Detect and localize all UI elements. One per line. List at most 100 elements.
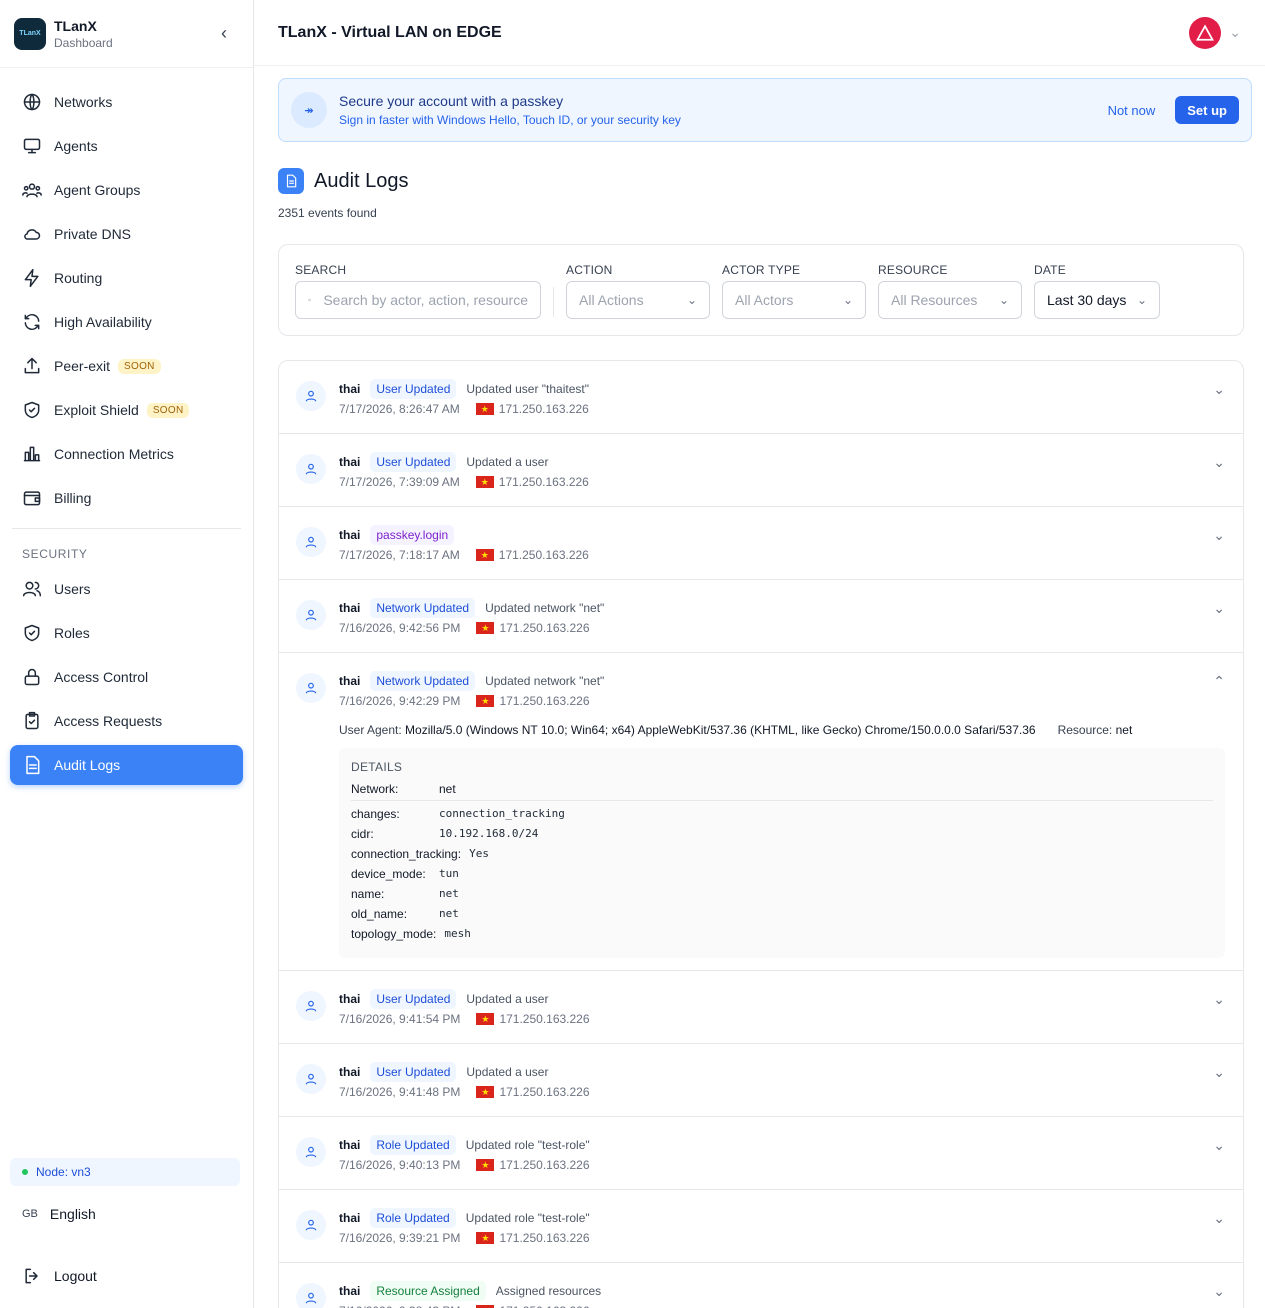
main-nav: Networks Agents Agent Groups Private DNS…: [0, 68, 253, 789]
log-description: Assigned resources: [495, 1284, 602, 1298]
expand-chevron-down-icon[interactable]: ⌄: [1213, 600, 1225, 617]
vietnam-flag-icon: ★: [475, 549, 494, 561]
page-header-title: TLanX - Virtual LAN on EDGE: [278, 23, 502, 41]
action-badge: Role Updated: [370, 1208, 456, 1228]
actor-type-select[interactable]: All Actors ⌄: [722, 281, 866, 319]
date-label: DATE: [1034, 263, 1066, 277]
nav-label: Peer-exit: [54, 358, 111, 374]
log-entry[interactable]: thai User Updated Updated user "thaitest…: [279, 361, 1243, 434]
shield-icon: [24, 624, 40, 642]
audit-document-icon: [278, 168, 304, 194]
lock-icon: [24, 668, 40, 686]
nav-label: Private DNS: [54, 226, 132, 242]
brand-subtitle: Dashboard: [54, 35, 113, 50]
monitor-icon: [23, 138, 41, 154]
detail-key: cidr:: [351, 827, 374, 841]
log-meta: User Agent: Mozilla/5.0 (Windows NT 10.0…: [339, 723, 1132, 737]
expand-chevron-down-icon[interactable]: ⌄: [1213, 1137, 1225, 1154]
log-entry[interactable]: thai Role Updated Updated role "test-rol…: [279, 1117, 1243, 1190]
nav-item-private-dns[interactable]: Private DNS: [10, 214, 243, 254]
detail-value: 10.192.168.0/24: [439, 827, 539, 840]
log-entry[interactable]: thai Network Updated Updated network "ne…: [279, 653, 1243, 971]
log-description: Updated network "net": [485, 601, 605, 615]
nav-item-routing[interactable]: Routing: [10, 258, 243, 298]
vietnam-flag-icon: ★: [475, 403, 494, 415]
passkey-icon: ↠: [291, 92, 327, 128]
log-actor: thai: [339, 528, 361, 542]
logout-icon: [25, 1268, 38, 1284]
log-entry[interactable]: thai Network Updated Updated network "ne…: [279, 580, 1243, 653]
action-badge: User Updated: [370, 452, 457, 472]
detail-row: changes: connection_tracking: [351, 807, 1213, 821]
nav-item-audit-logs[interactable]: Audit Logs: [10, 745, 243, 785]
not-now-button[interactable]: Not now: [1108, 103, 1156, 118]
expand-chevron-down-icon[interactable]: ⌄: [1213, 1064, 1225, 1081]
log-description: Updated network "net": [485, 674, 605, 688]
details-panel: DETAILS Network: net changes: connection_tra…: [339, 748, 1225, 958]
setup-passkey-button[interactable]: Set up: [1175, 96, 1239, 124]
nav-item-access-control[interactable]: Access Control: [10, 657, 243, 697]
detail-key: name:: [351, 887, 385, 901]
log-entry[interactable]: thai Role Updated Updated role "test-rol…: [279, 1190, 1243, 1263]
expand-chevron-down-icon[interactable]: ⌄: [1213, 991, 1225, 1008]
log-description: Updated role "test-role": [465, 1138, 590, 1152]
resource-label: Resource:: [1057, 723, 1113, 737]
log-entry[interactable]: thai User Updated Updated a user 7/17/20…: [279, 434, 1243, 507]
action-badge: passkey.login: [370, 525, 455, 545]
logout-button[interactable]: Logout: [22, 1266, 97, 1286]
soon-badge: SOON: [118, 358, 161, 374]
nav-item-agents[interactable]: Agents: [10, 126, 243, 166]
log-entry[interactable]: thai passkey.login 7/17/2026, 7:18:17 AM…: [279, 507, 1243, 580]
security-section-label: SECURITY: [22, 547, 88, 561]
expand-chevron-down-icon[interactable]: ⌄: [1213, 1283, 1225, 1300]
nav-item-connection-metrics[interactable]: Connection Metrics: [10, 434, 243, 474]
chevron-down-icon: ⌄: [1136, 293, 1147, 307]
nav-item-agent-groups[interactable]: Agent Groups: [10, 170, 243, 210]
log-ip: 171.250.163.226: [499, 1158, 590, 1172]
nav-item-networks[interactable]: Networks: [10, 82, 243, 122]
collapse-chevron-up-icon[interactable]: ⌃: [1213, 673, 1225, 690]
log-ip: 171.250.163.226: [499, 1085, 590, 1099]
nav-item-peer-exit[interactable]: Peer-exit SOON: [10, 346, 243, 386]
nav-item-access-requests[interactable]: Access Requests: [10, 701, 243, 741]
nav-label: Access Requests: [54, 713, 163, 729]
nav-item-roles[interactable]: Roles: [10, 613, 243, 653]
log-entry[interactable]: thai Resource Assigned Assigned resource…: [279, 1263, 1243, 1308]
nav-item-high-availability[interactable]: High Availability: [10, 302, 243, 342]
log-actor: thai: [339, 1211, 361, 1225]
audit-log-list: thai User Updated Updated user "thaitest…: [278, 360, 1244, 1308]
date-select[interactable]: Last 30 days ⌄: [1034, 281, 1160, 319]
resource-select[interactable]: All Resources ⌄: [878, 281, 1022, 319]
log-entry[interactable]: thai User Updated Updated a user 7/16/20…: [279, 1044, 1243, 1117]
log-timestamp: 7/17/2026, 8:26:47 AM: [339, 402, 460, 416]
action-badge: User Updated: [370, 989, 457, 1009]
user-icon: [296, 600, 326, 630]
search-input[interactable]: Search by actor, action, resource: [295, 281, 541, 319]
status-dot: [22, 1169, 28, 1175]
account-chevron-down-icon[interactable]: ⌄: [1229, 24, 1241, 41]
user-icon: [296, 527, 326, 557]
brand-header: TLanX TLanX Dashboard ‹: [0, 0, 253, 68]
nav-item-exploit-shield[interactable]: Exploit Shield SOON: [10, 390, 243, 430]
nav-label: Exploit Shield: [54, 402, 139, 418]
cloud-icon: [24, 229, 41, 240]
action-select[interactable]: All Actions ⌄: [566, 281, 710, 319]
vietnam-flag-icon: ★: [476, 622, 495, 634]
language-selector[interactable]: GB English: [22, 1206, 96, 1222]
collapse-sidebar-chevron-icon[interactable]: ‹: [221, 23, 227, 44]
document-icon: [26, 755, 40, 775]
nav-item-users[interactable]: Users: [10, 569, 243, 609]
expand-chevron-down-icon[interactable]: ⌄: [1213, 1210, 1225, 1227]
log-description: Updated role "test-role": [465, 1211, 590, 1225]
log-actor: thai: [339, 601, 361, 615]
nav-item-billing[interactable]: Billing: [10, 478, 243, 518]
search-label: SEARCH: [295, 263, 347, 277]
log-entry[interactable]: thai User Updated Updated a user 7/16/20…: [279, 971, 1243, 1044]
user-avatar[interactable]: [1189, 16, 1222, 49]
log-timestamp: 7/16/2026, 9:39:21 PM: [339, 1231, 461, 1245]
log-ip: 171.250.163.226: [499, 694, 590, 708]
expand-chevron-down-icon[interactable]: ⌄: [1213, 527, 1225, 544]
expand-chevron-down-icon[interactable]: ⌄: [1213, 454, 1225, 471]
expand-chevron-down-icon[interactable]: ⌄: [1213, 381, 1225, 398]
users-icon: [22, 581, 42, 597]
